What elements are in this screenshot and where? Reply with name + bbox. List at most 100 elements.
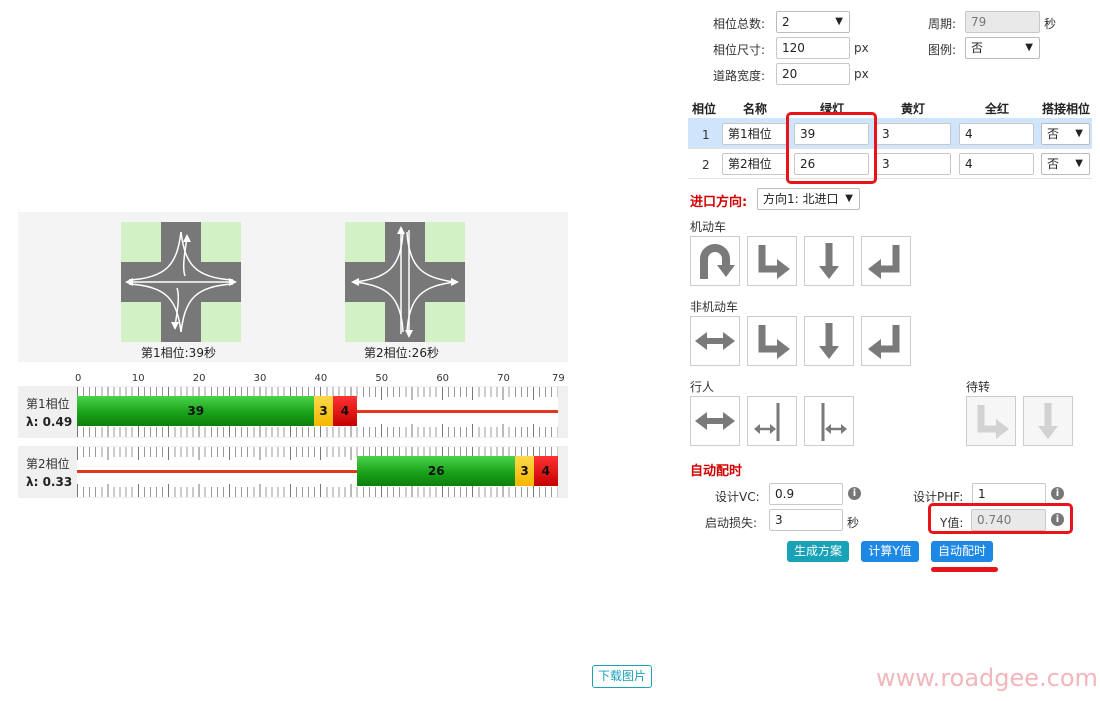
half-crossing-left-icon (754, 403, 780, 441)
row2-overlap-select[interactable]: 否 ▼ (1041, 153, 1090, 175)
y-value-highlight (928, 503, 1073, 534)
double-arrow-icon (695, 412, 735, 430)
ped-half-right-button[interactable] (804, 396, 854, 446)
cycle-label: 周期: (928, 17, 957, 31)
approach-label: 进口方向: (690, 195, 748, 210)
phf-info-icon[interactable]: i (1051, 487, 1064, 500)
phase-size-label: 相位尺寸: (713, 43, 766, 57)
down-arrow-icon (819, 243, 839, 279)
phase-diagram-panel (18, 212, 568, 362)
col-header-phase: 相位 (692, 102, 717, 116)
legend-select[interactable]: 否 ▼ (965, 37, 1040, 59)
timing-row2-label: 第2相位 (26, 457, 70, 471)
row1-name-input[interactable]: 第1相位 (722, 123, 788, 145)
straight-button[interactable] (804, 236, 854, 286)
timing-row1-lambda: λ: 0.49 (26, 415, 73, 429)
cycle-unit: 秒 (1044, 17, 1057, 31)
phase2-caption: 第2相位:26秒 (364, 346, 439, 360)
approach-select[interactable]: 方向1: 北进口 ▼ (757, 188, 860, 210)
phf-input[interactable]: 1 (972, 483, 1046, 505)
row1-overlap-value: 否 (1047, 127, 1060, 141)
row2-allred-input[interactable]: 4 (959, 153, 1034, 175)
auto-timing-underline (931, 567, 998, 572)
left-turn-arrow-icon (868, 325, 900, 359)
chevron-down-icon: ▼ (835, 16, 843, 27)
vc-info-icon[interactable]: i (848, 487, 861, 500)
phase2-intersection-diagram (345, 222, 465, 342)
left-turn-button[interactable] (861, 236, 911, 286)
yellow-segment: 3 (515, 456, 534, 486)
legend-label: 图例: (928, 43, 957, 57)
generate-plan-button[interactable]: 生成方案 (787, 541, 849, 562)
ped-crossing-button[interactable] (690, 396, 740, 446)
nm-right-turn-button[interactable] (747, 316, 797, 366)
right-turn-arrow-icon (758, 325, 790, 359)
cycle-field: 79 (965, 11, 1040, 33)
row1-yellow-input[interactable]: 3 (876, 123, 951, 145)
row2-name-input[interactable]: 第2相位 (722, 153, 788, 175)
double-arrow-icon (695, 332, 735, 350)
approach-value: 方向1: 北进口 (763, 192, 839, 206)
right-turn-button[interactable] (747, 236, 797, 286)
down-arrow-icon (1038, 403, 1058, 439)
axis-tick-label: 50 (375, 373, 389, 384)
axis-tick-label: 40 (314, 373, 328, 384)
loss-unit: 秒 (847, 516, 860, 530)
left-turn-arrow-icon (868, 245, 900, 279)
pedestrian-label: 行人 (690, 380, 715, 394)
row1-overlap-select[interactable]: 否 ▼ (1041, 123, 1090, 145)
col-header-yellow: 黄灯 (901, 102, 926, 116)
phase-size-unit: px (854, 41, 869, 55)
wait-straight-button[interactable] (1023, 396, 1073, 446)
phase-size-input[interactable]: 120 (776, 37, 850, 59)
row2-yellow-input[interactable]: 3 (876, 153, 951, 175)
green-column-highlight (786, 112, 877, 184)
watermark: www.roadgee.com (876, 664, 1098, 692)
road-width-label: 道路宽度: (713, 69, 766, 83)
auto-timing-button[interactable]: 自动配时 (931, 541, 993, 562)
axis-tick-label: 10 (131, 373, 145, 384)
chevron-down-icon: ▼ (845, 193, 853, 204)
non-motor-label: 非机动车 (690, 300, 739, 314)
auto-timing-title: 自动配时 (690, 464, 743, 479)
legend-value: 否 (971, 41, 984, 55)
right-turn-arrow-icon (977, 405, 1009, 439)
nm-left-turn-button[interactable] (861, 316, 911, 366)
row-divider (688, 178, 1092, 179)
vc-input[interactable]: 0.9 (769, 483, 843, 505)
phase-count-select[interactable]: 2 ▼ (776, 11, 850, 33)
phase-count-value: 2 (782, 15, 790, 29)
timing-track-2: 26 3 4 (77, 447, 558, 497)
loss-label: 启动损失: (705, 516, 758, 530)
chevron-down-icon: ▼ (1025, 42, 1033, 53)
nm-straight-button[interactable] (804, 316, 854, 366)
col-header-overlap: 搭接相位 (1042, 102, 1091, 116)
row2-num: 2 (702, 158, 710, 172)
road-width-input[interactable]: 20 (776, 63, 850, 85)
right-turn-arrow-icon (758, 245, 790, 279)
uturn-button[interactable] (690, 236, 740, 286)
axis-tick-label: 0 (75, 373, 82, 384)
axis-tick-label: 60 (436, 373, 450, 384)
phase1-caption: 第1相位:39秒 (141, 346, 216, 360)
down-arrow-icon (819, 323, 839, 359)
calc-y-button[interactable]: 计算Y值 (861, 541, 919, 562)
download-image-button[interactable]: 下载图片 (592, 665, 652, 688)
chevron-down-icon: ▼ (1075, 158, 1083, 169)
row-divider (688, 148, 1092, 149)
half-crossing-right-icon (821, 403, 847, 441)
axis-tick-label: 79 (552, 373, 565, 384)
green-segment: 39 (77, 396, 315, 426)
col-header-name: 名称 (743, 102, 768, 116)
yellow-segment: 3 (314, 396, 333, 426)
red-segment: 4 (533, 456, 558, 486)
ped-half-left-button[interactable] (747, 396, 797, 446)
wait-right-turn-button[interactable] (966, 396, 1016, 446)
vc-label: 设计VC: (715, 490, 760, 504)
loss-input[interactable]: 3 (769, 509, 843, 531)
row1-allred-input[interactable]: 4 (959, 123, 1034, 145)
green-segment: 26 (357, 456, 516, 486)
nm-crossing-button[interactable] (690, 316, 740, 366)
row1-num: 1 (702, 128, 710, 142)
axis-tick-label: 20 (192, 373, 206, 384)
